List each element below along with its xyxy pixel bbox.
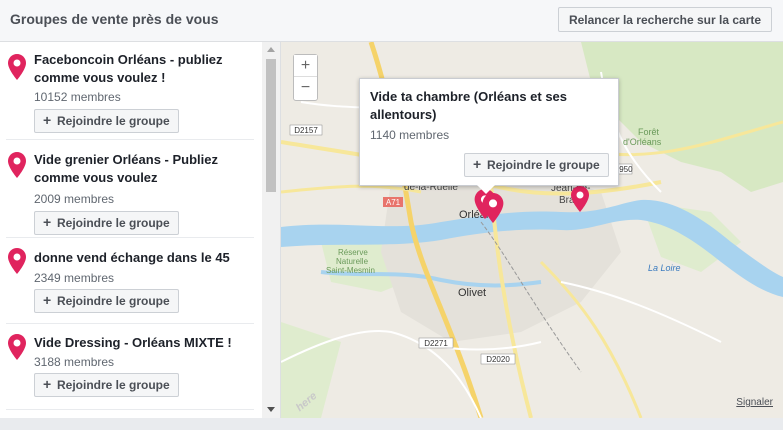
join-group-button[interactable]: + Rejoindre le groupe	[464, 153, 609, 177]
group-name[interactable]: donne vend échange dans le 45	[34, 249, 252, 267]
plus-icon: +	[43, 292, 52, 308]
road-label: A71	[386, 198, 401, 207]
place-label: d'Orléans	[623, 137, 662, 147]
place-label: Olivet	[458, 287, 486, 299]
group-name[interactable]: Faceboncoin Orléans - publiez comme vous…	[34, 51, 252, 87]
group-list: Faceboncoin Orléans - publiez comme vous…	[0, 42, 262, 410]
map-pin-icon	[8, 334, 26, 360]
river-label: La Loire	[648, 263, 681, 273]
group-members: 3188 membres	[34, 355, 115, 369]
plus-icon: +	[43, 214, 52, 230]
join-group-button[interactable]: + Rejoindre le groupe	[34, 289, 179, 313]
plus-icon: +	[43, 376, 52, 392]
group-members: 2009 membres	[34, 192, 115, 206]
join-group-button[interactable]: + Rejoindre le groupe	[34, 109, 179, 133]
road-label: D2020	[486, 355, 510, 364]
scroll-down-arrow-icon[interactable]	[267, 407, 275, 412]
place-label: Réserve	[338, 248, 368, 257]
report-link[interactable]: Signaler	[736, 397, 773, 408]
popup-group-name[interactable]: Vide ta chambre (Orléans et ses allentou…	[370, 88, 610, 124]
plus-icon: +	[43, 112, 52, 128]
road-label: D2157	[294, 126, 318, 135]
map-pin-icon[interactable]	[482, 193, 504, 223]
map-pin-icon	[8, 248, 26, 274]
map-view[interactable]: D2157 A71 D2271 D2020 D950 de-la-Ruelle …	[281, 42, 783, 418]
map-pin-icon	[8, 54, 26, 80]
top-bar: Groupes de vente près de vous Relancer l…	[0, 0, 783, 42]
scroll-up-arrow-icon[interactable]	[267, 47, 275, 52]
plus-icon: +	[473, 156, 482, 172]
group-name[interactable]: Vide Dressing - Orléans MIXTE !	[34, 334, 252, 352]
popup-group-members: 1140 membres	[370, 128, 450, 142]
groups-sidebar: Faceboncoin Orléans - publiez comme vous…	[0, 42, 281, 418]
group-name[interactable]: Vide grenier Orléans - Publiez comme vou…	[34, 151, 252, 187]
zoom-control: + −	[293, 54, 318, 101]
bottom-bar	[0, 418, 783, 430]
zoom-out-button[interactable]: −	[294, 77, 317, 99]
join-group-button[interactable]: + Rejoindre le groupe	[34, 373, 179, 397]
popup-tail	[477, 185, 495, 194]
map-pin-icon	[8, 152, 26, 178]
list-item: Vide Dressing - Orléans MIXTE ! 3188 mem…	[6, 324, 254, 410]
join-group-button[interactable]: + Rejoindre le groupe	[34, 211, 179, 235]
sidebar-scrollbar[interactable]	[262, 42, 280, 418]
map-popup: Vide ta chambre (Orléans et ses allentou…	[359, 78, 619, 186]
place-label: Saint-Mesmin	[326, 266, 375, 275]
scrollbar-thumb[interactable]	[266, 59, 276, 192]
list-item: donne vend échange dans le 45 2349 membr…	[6, 238, 254, 324]
page-title: Groupes de vente près de vous	[10, 11, 219, 27]
place-label: Naturelle	[336, 257, 369, 266]
map-pin-icon[interactable]	[571, 186, 589, 212]
list-item: Faceboncoin Orléans - publiez comme vous…	[6, 42, 254, 140]
place-label: Forêt	[638, 127, 660, 137]
list-item: Vide grenier Orléans - Publiez comme vou…	[6, 140, 254, 238]
zoom-in-button[interactable]: +	[294, 55, 317, 77]
group-members: 10152 membres	[34, 90, 121, 104]
relaunch-search-button[interactable]: Relancer la recherche sur la carte	[558, 7, 772, 32]
group-members: 2349 membres	[34, 271, 115, 285]
road-label: D2271	[424, 339, 448, 348]
